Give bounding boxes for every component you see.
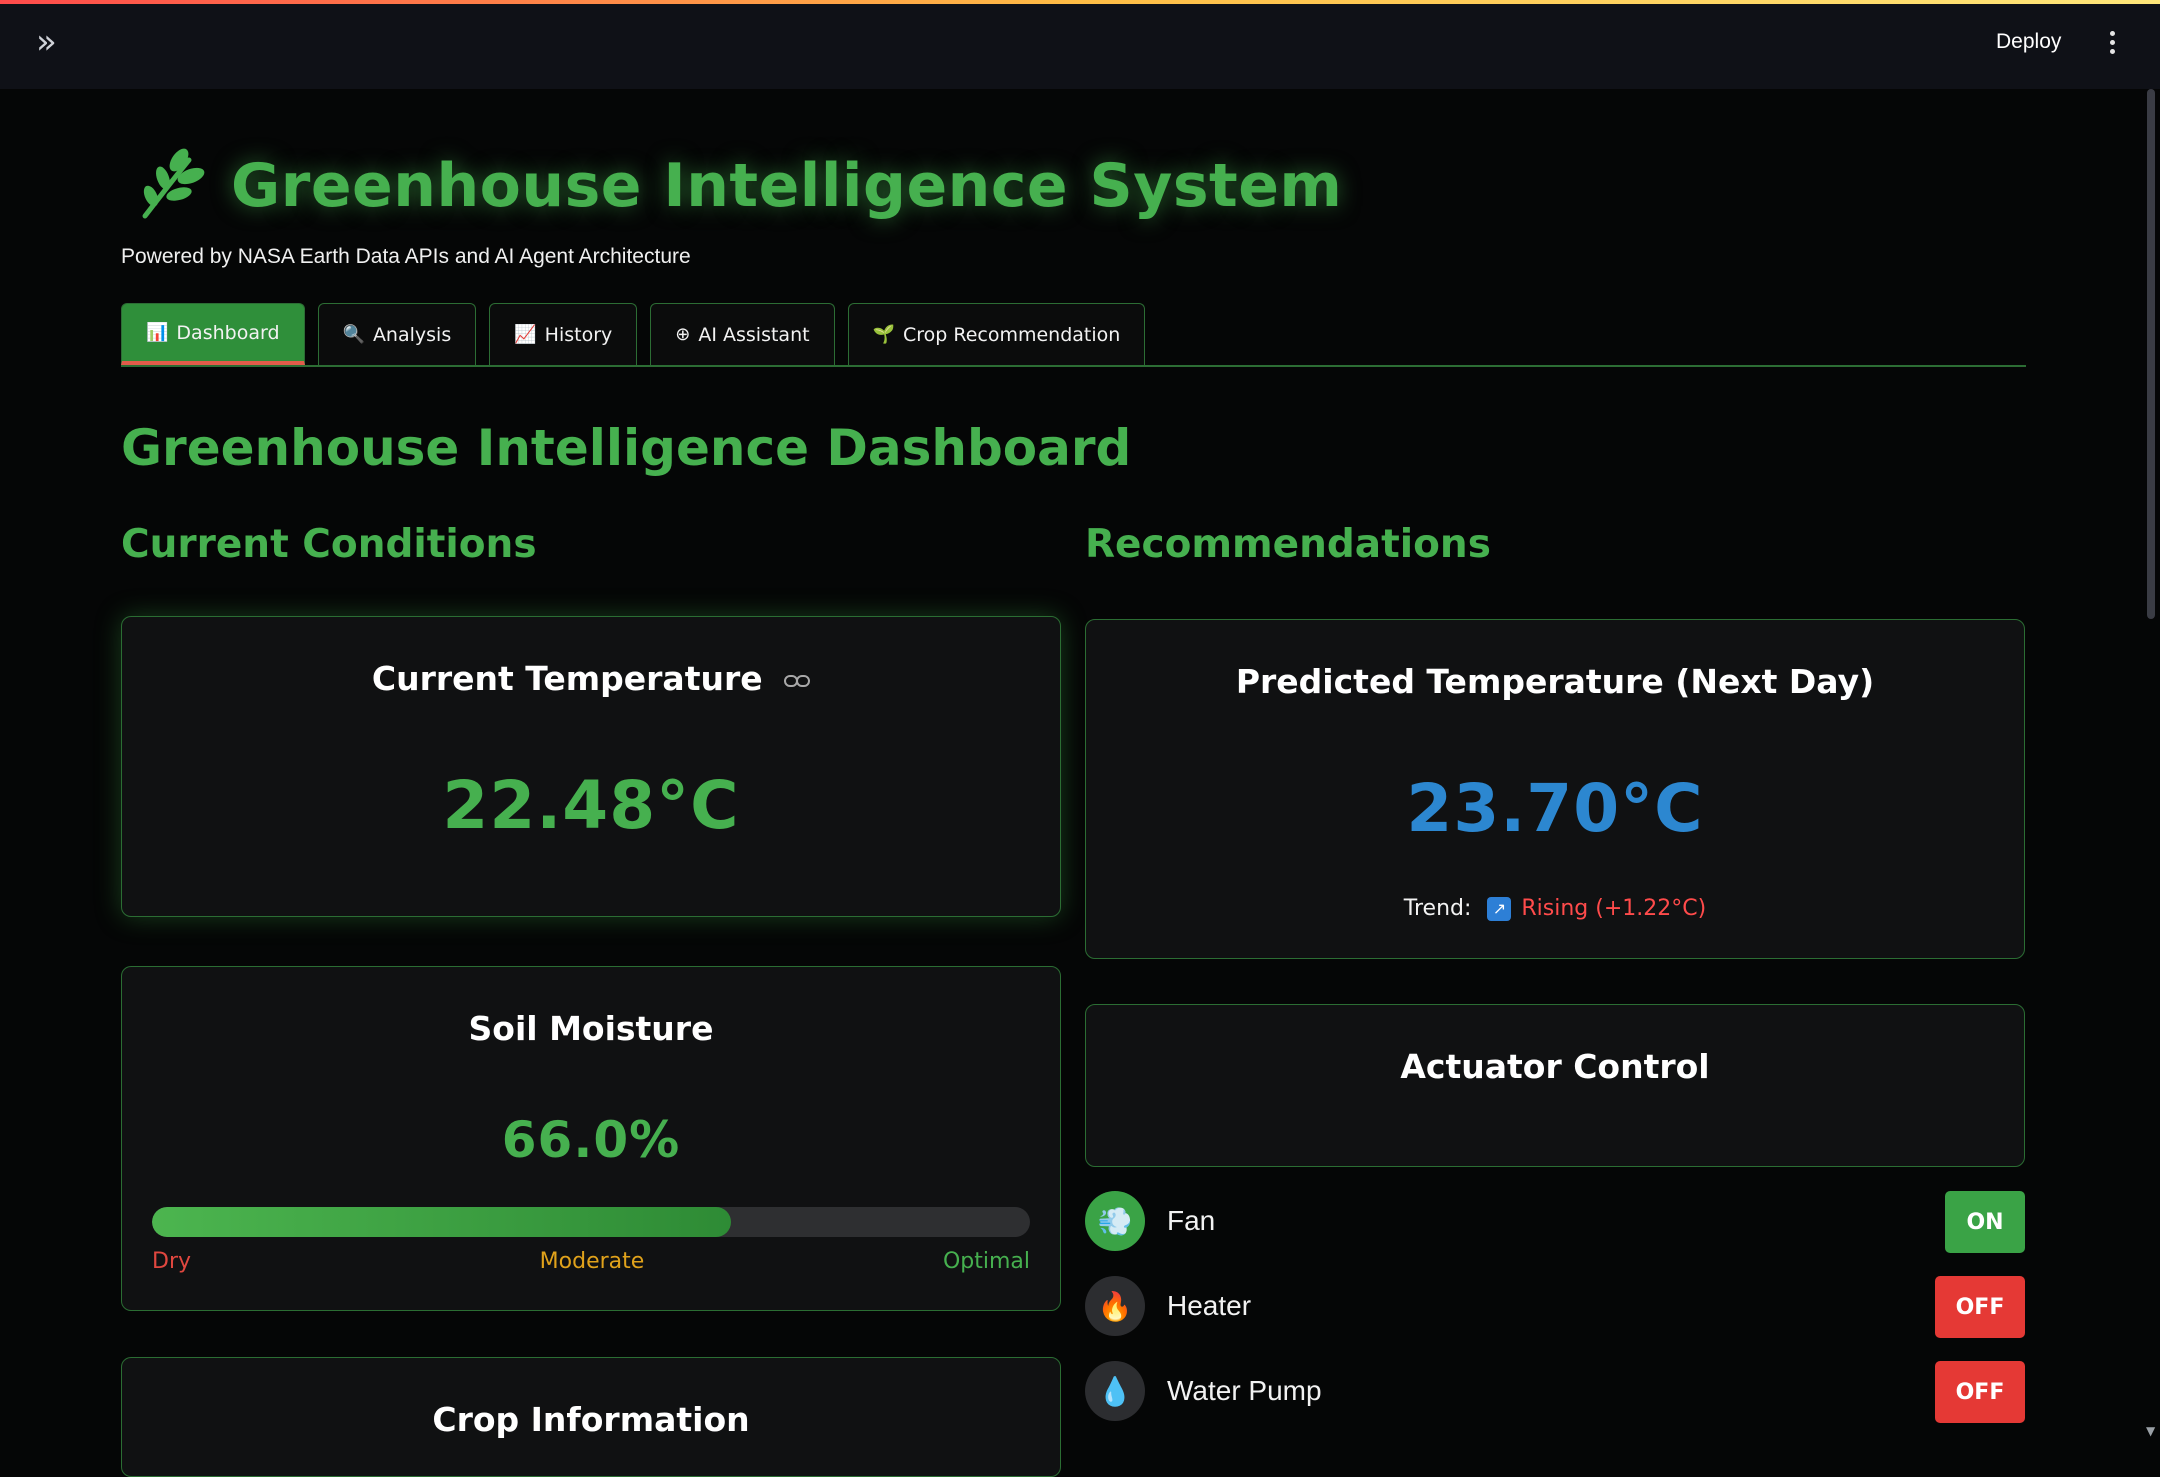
trend-up-arrow-icon: ↗	[1487, 897, 1512, 921]
tab-ai-assistant[interactable]: ⊕ AI Assistant	[650, 303, 835, 365]
tab-bar: 📊 Dashboard 🔍 Analysis 📈 History ⊕ AI As…	[121, 303, 2026, 367]
expand-sidebar-icon[interactable]: »	[36, 25, 64, 59]
link-icon[interactable]	[784, 674, 811, 688]
tab-label: Analysis	[372, 323, 452, 346]
main-menu-icon[interactable]	[2104, 31, 2120, 57]
tab-label: AI Assistant	[698, 323, 810, 346]
dashboard-heading: Greenhouse Intelligence Dashboard	[121, 419, 1132, 477]
actuator-control-card: Actuator Control	[1085, 1004, 2025, 1167]
actuator-name: Fan	[1167, 1205, 1216, 1236]
actuator-row-heater: 🔥 Heater OFF	[1085, 1276, 2025, 1338]
crop-information-card: Crop Information	[121, 1357, 1061, 1477]
trend-label: Trend:	[1403, 896, 1472, 921]
soil-moisture-title: Soil Moisture	[468, 1009, 714, 1048]
predicted-temperature-title: Predicted Temperature (Next Day)	[1235, 662, 1875, 701]
tab-label: Dashboard	[176, 321, 280, 344]
page-scrollbar[interactable]	[2147, 89, 2155, 619]
bar-chart-icon: 📊	[146, 322, 169, 343]
tab-dashboard[interactable]: 📊 Dashboard	[121, 303, 305, 365]
fan-toggle-button[interactable]: ON	[1945, 1191, 2025, 1253]
actuator-control-title: Actuator Control	[1400, 1047, 1710, 1086]
current-temperature-title: Current Temperature	[122, 659, 1060, 698]
tab-analysis[interactable]: 🔍 Analysis	[317, 303, 477, 365]
scroll-down-icon[interactable]: ▼	[2146, 1424, 2155, 1438]
header-accent-line	[0, 0, 2160, 4]
page-title: Greenhouse Intelligence System	[131, 141, 1342, 231]
seedling-icon: 🌱	[872, 324, 895, 345]
app-header: » Deploy	[0, 0, 2160, 89]
tab-label: Crop Recommendation	[902, 323, 1121, 346]
water-drop-icon: 💧	[1085, 1361, 1145, 1421]
current-temperature-card: Current Temperature 22.48°C	[121, 616, 1061, 917]
scale-label-moderate: Moderate	[539, 1249, 645, 1274]
app-title-text: Greenhouse Intelligence System	[231, 151, 1343, 221]
actuator-row-fan: 💨 Fan ON	[1085, 1191, 2025, 1253]
deploy-button[interactable]: Deploy	[1996, 30, 2061, 54]
actuator-row-water-pump: 💧 Water Pump OFF	[1085, 1361, 2025, 1423]
crop-information-title: Crop Information	[432, 1400, 750, 1439]
actuator-name: Water Pump	[1167, 1375, 1322, 1406]
actuator-name: Heater	[1167, 1290, 1252, 1321]
card-title-text: Current Temperature	[371, 659, 763, 698]
water-pump-toggle-button[interactable]: OFF	[1935, 1361, 2025, 1423]
current-conditions-heading: Current Conditions	[121, 522, 537, 567]
soil-moisture-value: 66.0%	[501, 1111, 681, 1169]
trend-chart-icon: 📈	[514, 324, 537, 345]
herb-leaf-icon	[142, 148, 205, 219]
robot-icon: ⊕	[675, 324, 691, 345]
fan-icon: 💨	[1085, 1191, 1145, 1251]
tab-history[interactable]: 📈 History	[489, 303, 638, 365]
soil-moisture-progress-fill	[152, 1207, 732, 1237]
predicted-temperature-card: Predicted Temperature (Next Day) 23.70°C…	[1085, 619, 2025, 959]
soil-moisture-card: Soil Moisture 66.0% Dry Moderate Optimal	[121, 966, 1061, 1311]
scale-label-optimal: Optimal	[942, 1249, 1030, 1274]
tab-label: History	[544, 323, 613, 346]
app-subtitle: Powered by NASA Earth Data APIs and AI A…	[121, 245, 691, 268]
predicted-temperature-value: 23.70°C	[1406, 770, 1704, 847]
heater-toggle-button[interactable]: OFF	[1935, 1276, 2025, 1338]
tab-crop-recommendation[interactable]: 🌱 Crop Recommendation	[847, 303, 1146, 365]
trend-text: Rising (+1.22°C)	[1521, 896, 1707, 921]
recommendations-heading: Recommendations	[1085, 522, 1491, 567]
current-temperature-value: 22.48°C	[442, 767, 740, 844]
trend-row: Trend: ↗ Rising (+1.22°C)	[1086, 896, 2024, 921]
fire-icon: 🔥	[1085, 1276, 1145, 1336]
soil-moisture-progress-bar	[152, 1207, 1030, 1237]
magnifier-icon: 🔍	[342, 324, 365, 345]
